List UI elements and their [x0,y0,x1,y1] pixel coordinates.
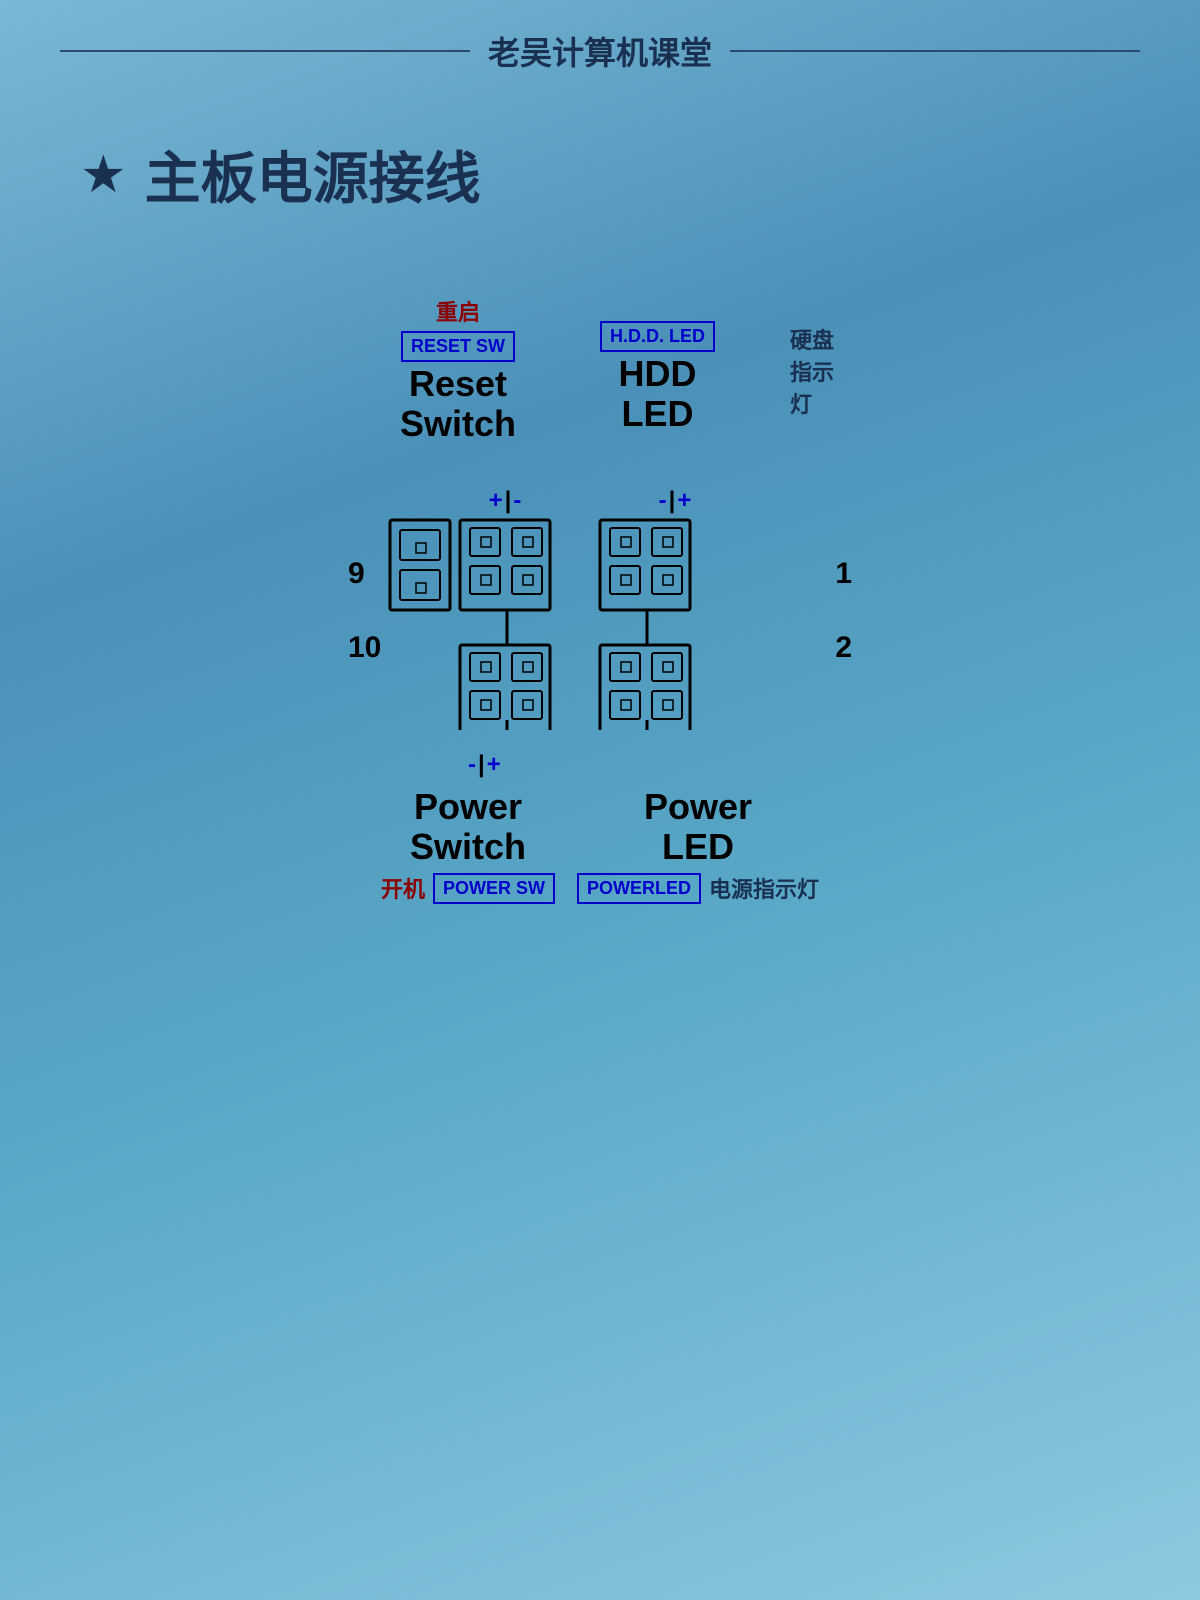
power-sep: | [478,751,485,779]
power-switch-badge-row: 开机 POWER SW [381,872,555,904]
row-numbers-left: 9 10 [348,557,381,665]
hdd-label-group: H.D.D. LED HDD LED [600,321,715,433]
power-led-group: Power LED POWERLED 电源指示灯 [577,785,819,904]
row-2: 2 [835,631,852,665]
connector-svg [380,510,780,730]
power-led-name: Power LED [644,787,752,866]
reset-name: Reset Switch [400,364,516,443]
reset-label-group: 重启 RESET SW Reset Switch [400,295,516,443]
hdd-name: HDD LED [619,354,697,433]
diagram-container: 重启 RESET SW Reset Switch H.D.D. LED HDD … [320,295,880,895]
power-switch-name: Power Switch [410,787,526,866]
power-switch-group: Power Switch 开机 POWER SW [381,785,555,904]
reset-chinese-label: 重启 [436,295,480,327]
row-9: 9 [348,557,381,591]
row-1: 1 [835,557,852,591]
bottom-label-area: Power Switch 开机 POWER SW Power LED POWER… [370,785,830,904]
header-title: 老吴计算机课堂 [470,28,730,74]
power-plus: + [487,751,501,779]
row-10: 10 [348,631,381,665]
header-line-right [730,50,1140,52]
diagram-area: 重启 RESET SW Reset Switch H.D.D. LED HDD … [0,295,1200,895]
header: 老吴计算机课堂 [0,0,1200,74]
power-minus: - [468,751,476,779]
page-title-area: ★ 主板电源接线 [0,74,1200,215]
power-switch-badge: POWER SW [433,873,555,904]
row-numbers-right: 1 2 [835,557,852,665]
power-led-badge-row: POWERLED 电源指示灯 [577,872,819,904]
header-line-left [60,50,470,52]
hdd-side-label: 硬盘指示灯 [790,323,840,419]
power-led-badge: POWERLED [577,873,701,904]
power-switch-chinese: 开机 [381,872,425,904]
reset-badge: RESET SW [401,331,515,362]
page-title: 主板电源接线 [145,134,481,215]
hdd-badge: H.D.D. LED [600,321,715,352]
power-led-side-label: 电源指示灯 [709,872,819,904]
star-icon: ★ [80,149,127,201]
power-sw-polarity: - | + [468,751,501,779]
